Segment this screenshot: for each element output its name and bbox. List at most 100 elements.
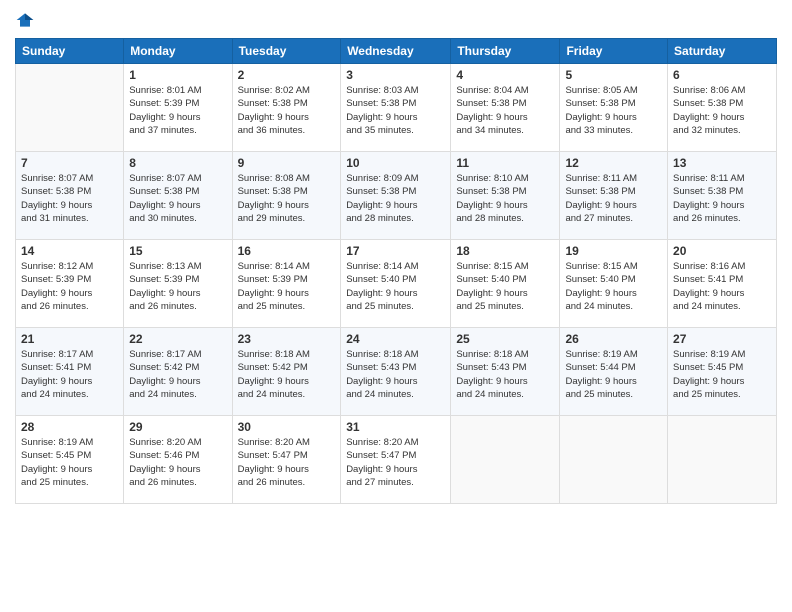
day-info: Sunrise: 8:20 AM Sunset: 5:46 PM Dayligh… — [129, 436, 226, 489]
day-number: 21 — [21, 332, 118, 346]
day-number: 9 — [238, 156, 336, 170]
day-info: Sunrise: 8:17 AM Sunset: 5:42 PM Dayligh… — [129, 348, 226, 401]
calendar-cell: 14Sunrise: 8:12 AM Sunset: 5:39 PM Dayli… — [16, 240, 124, 328]
day-info: Sunrise: 8:13 AM Sunset: 5:39 PM Dayligh… — [129, 260, 226, 313]
day-number: 14 — [21, 244, 118, 258]
day-number: 5 — [565, 68, 662, 82]
calendar-cell — [560, 416, 668, 504]
calendar-header-row: SundayMondayTuesdayWednesdayThursdayFrid… — [16, 39, 777, 64]
day-number: 11 — [456, 156, 554, 170]
day-info: Sunrise: 8:09 AM Sunset: 5:38 PM Dayligh… — [346, 172, 445, 225]
calendar-cell: 8Sunrise: 8:07 AM Sunset: 5:38 PM Daylig… — [124, 152, 232, 240]
calendar-cell: 30 Sunrise: 8:20 AM Sunset: 5:47 PM Dayli… — [232, 416, 341, 504]
weekday-header-thursday: Thursday — [451, 39, 560, 64]
calendar-cell: 28 Sunrise: 8:19 AM Sunset: 5:45 PM Dayli… — [16, 416, 124, 504]
day-number: 3 — [346, 68, 445, 82]
calendar-cell: 31 Sunrise: 8:20 AM Sunset: 5:47 PM Dayli… — [341, 416, 451, 504]
weekday-header-monday: Monday — [124, 39, 232, 64]
calendar-cell: 1 Sunrise: 8:01 AM Sunset: 5:39 PM Daylig… — [124, 64, 232, 152]
calendar-cell: 9 Sunrise: 8:08 AM Sunset: 5:38 PM Daylig… — [232, 152, 341, 240]
weekday-header-sunday: Sunday — [16, 39, 124, 64]
calendar-week-row: 7Sunrise: 8:07 AM Sunset: 5:38 PM Daylig… — [16, 152, 777, 240]
day-info: Sunrise: 8:05 AM Sunset: 5:38 PM Dayligh… — [565, 84, 662, 137]
calendar-cell: 25Sunrise: 8:18 AM Sunset: 5:43 PM Dayli… — [451, 328, 560, 416]
calendar-cell: 27 Sunrise: 8:19 AM Sunset: 5:45 PM Dayli… — [668, 328, 777, 416]
calendar-cell: 23 Sunrise: 8:18 AM Sunset: 5:42 PM Dayli… — [232, 328, 341, 416]
day-number: 20 — [673, 244, 771, 258]
day-info: Sunrise: 8:01 AM Sunset: 5:39 PM Dayligh… — [129, 84, 226, 137]
day-info: Sunrise: 8:14 AM Sunset: 5:39 PM Dayligh… — [238, 260, 336, 313]
day-number: 2 — [238, 68, 336, 82]
calendar-cell: 11 Sunrise: 8:10 AM Sunset: 5:38 PM Dayli… — [451, 152, 560, 240]
day-info: Sunrise: 8:20 AM Sunset: 5:47 PM Dayligh… — [346, 436, 445, 489]
weekday-header-friday: Friday — [560, 39, 668, 64]
calendar-cell — [451, 416, 560, 504]
day-info: Sunrise: 8:11 AM Sunset: 5:38 PM Dayligh… — [673, 172, 771, 225]
day-info: Sunrise: 8:02 AM Sunset: 5:38 PM Dayligh… — [238, 84, 336, 137]
day-number: 27 — [673, 332, 771, 346]
day-info: Sunrise: 8:17 AM Sunset: 5:41 PM Dayligh… — [21, 348, 118, 401]
weekday-header-wednesday: Wednesday — [341, 39, 451, 64]
day-info: Sunrise: 8:18 AM Sunset: 5:42 PM Dayligh… — [238, 348, 336, 401]
calendar-cell: 4 Sunrise: 8:04 AM Sunset: 5:38 PM Daylig… — [451, 64, 560, 152]
day-number: 12 — [565, 156, 662, 170]
calendar-cell: 15 Sunrise: 8:13 AM Sunset: 5:39 PM Dayli… — [124, 240, 232, 328]
day-info: Sunrise: 8:19 AM Sunset: 5:45 PM Dayligh… — [21, 436, 118, 489]
calendar-cell: 13 Sunrise: 8:11 AM Sunset: 5:38 PM Dayli… — [668, 152, 777, 240]
day-info: Sunrise: 8:10 AM Sunset: 5:38 PM Dayligh… — [456, 172, 554, 225]
day-info: Sunrise: 8:07 AM Sunset: 5:38 PM Dayligh… — [129, 172, 226, 225]
day-number: 10 — [346, 156, 445, 170]
calendar-cell: 18Sunrise: 8:15 AM Sunset: 5:40 PM Dayli… — [451, 240, 560, 328]
calendar-week-row: 1 Sunrise: 8:01 AM Sunset: 5:39 PM Daylig… — [16, 64, 777, 152]
day-info: Sunrise: 8:08 AM Sunset: 5:38 PM Dayligh… — [238, 172, 336, 225]
day-info: Sunrise: 8:03 AM Sunset: 5:38 PM Dayligh… — [346, 84, 445, 137]
day-info: Sunrise: 8:20 AM Sunset: 5:47 PM Dayligh… — [238, 436, 336, 489]
day-number: 19 — [565, 244, 662, 258]
calendar-week-row: 21 Sunrise: 8:17 AM Sunset: 5:41 PM Dayli… — [16, 328, 777, 416]
calendar-cell: 16 Sunrise: 8:14 AM Sunset: 5:39 PM Dayli… — [232, 240, 341, 328]
header — [15, 10, 777, 30]
logo-icon — [15, 10, 35, 30]
day-info: Sunrise: 8:04 AM Sunset: 5:38 PM Dayligh… — [456, 84, 554, 137]
calendar-cell: 10 Sunrise: 8:09 AM Sunset: 5:38 PM Dayli… — [341, 152, 451, 240]
day-number: 13 — [673, 156, 771, 170]
logo — [15, 10, 39, 30]
calendar-cell: 20 Sunrise: 8:16 AM Sunset: 5:41 PM Dayli… — [668, 240, 777, 328]
day-number: 28 — [21, 420, 118, 434]
day-info: Sunrise: 8:11 AM Sunset: 5:38 PM Dayligh… — [565, 172, 662, 225]
day-info: Sunrise: 8:19 AM Sunset: 5:45 PM Dayligh… — [673, 348, 771, 401]
day-info: Sunrise: 8:18 AM Sunset: 5:43 PM Dayligh… — [346, 348, 445, 401]
calendar-cell: 19 Sunrise: 8:15 AM Sunset: 5:40 PM Dayli… — [560, 240, 668, 328]
calendar-cell — [16, 64, 124, 152]
calendar-week-row: 14Sunrise: 8:12 AM Sunset: 5:39 PM Dayli… — [16, 240, 777, 328]
calendar-cell: 24Sunrise: 8:18 AM Sunset: 5:43 PM Dayli… — [341, 328, 451, 416]
day-info: Sunrise: 8:06 AM Sunset: 5:38 PM Dayligh… — [673, 84, 771, 137]
page-container: SundayMondayTuesdayWednesdayThursdayFrid… — [0, 0, 792, 612]
day-info: Sunrise: 8:15 AM Sunset: 5:40 PM Dayligh… — [565, 260, 662, 313]
calendar-week-row: 28 Sunrise: 8:19 AM Sunset: 5:45 PM Dayli… — [16, 416, 777, 504]
day-info: Sunrise: 8:19 AM Sunset: 5:44 PM Dayligh… — [565, 348, 662, 401]
calendar-cell: 12 Sunrise: 8:11 AM Sunset: 5:38 PM Dayli… — [560, 152, 668, 240]
day-number: 1 — [129, 68, 226, 82]
day-number: 22 — [129, 332, 226, 346]
day-number: 18 — [456, 244, 554, 258]
day-number: 15 — [129, 244, 226, 258]
calendar-cell: 5 Sunrise: 8:05 AM Sunset: 5:38 PM Daylig… — [560, 64, 668, 152]
day-number: 4 — [456, 68, 554, 82]
calendar-cell: 3 Sunrise: 8:03 AM Sunset: 5:38 PM Daylig… — [341, 64, 451, 152]
calendar-cell: 22 Sunrise: 8:17 AM Sunset: 5:42 PM Dayli… — [124, 328, 232, 416]
weekday-header-saturday: Saturday — [668, 39, 777, 64]
day-number: 26 — [565, 332, 662, 346]
day-info: Sunrise: 8:18 AM Sunset: 5:43 PM Dayligh… — [456, 348, 554, 401]
day-number: 6 — [673, 68, 771, 82]
day-number: 23 — [238, 332, 336, 346]
calendar-cell: 29Sunrise: 8:20 AM Sunset: 5:46 PM Dayli… — [124, 416, 232, 504]
day-info: Sunrise: 8:14 AM Sunset: 5:40 PM Dayligh… — [346, 260, 445, 313]
day-info: Sunrise: 8:16 AM Sunset: 5:41 PM Dayligh… — [673, 260, 771, 313]
day-number: 31 — [346, 420, 445, 434]
day-number: 16 — [238, 244, 336, 258]
calendar-cell: 6 Sunrise: 8:06 AM Sunset: 5:38 PM Daylig… — [668, 64, 777, 152]
day-info: Sunrise: 8:07 AM Sunset: 5:38 PM Dayligh… — [21, 172, 118, 225]
day-number: 30 — [238, 420, 336, 434]
calendar-cell: 21 Sunrise: 8:17 AM Sunset: 5:41 PM Dayli… — [16, 328, 124, 416]
